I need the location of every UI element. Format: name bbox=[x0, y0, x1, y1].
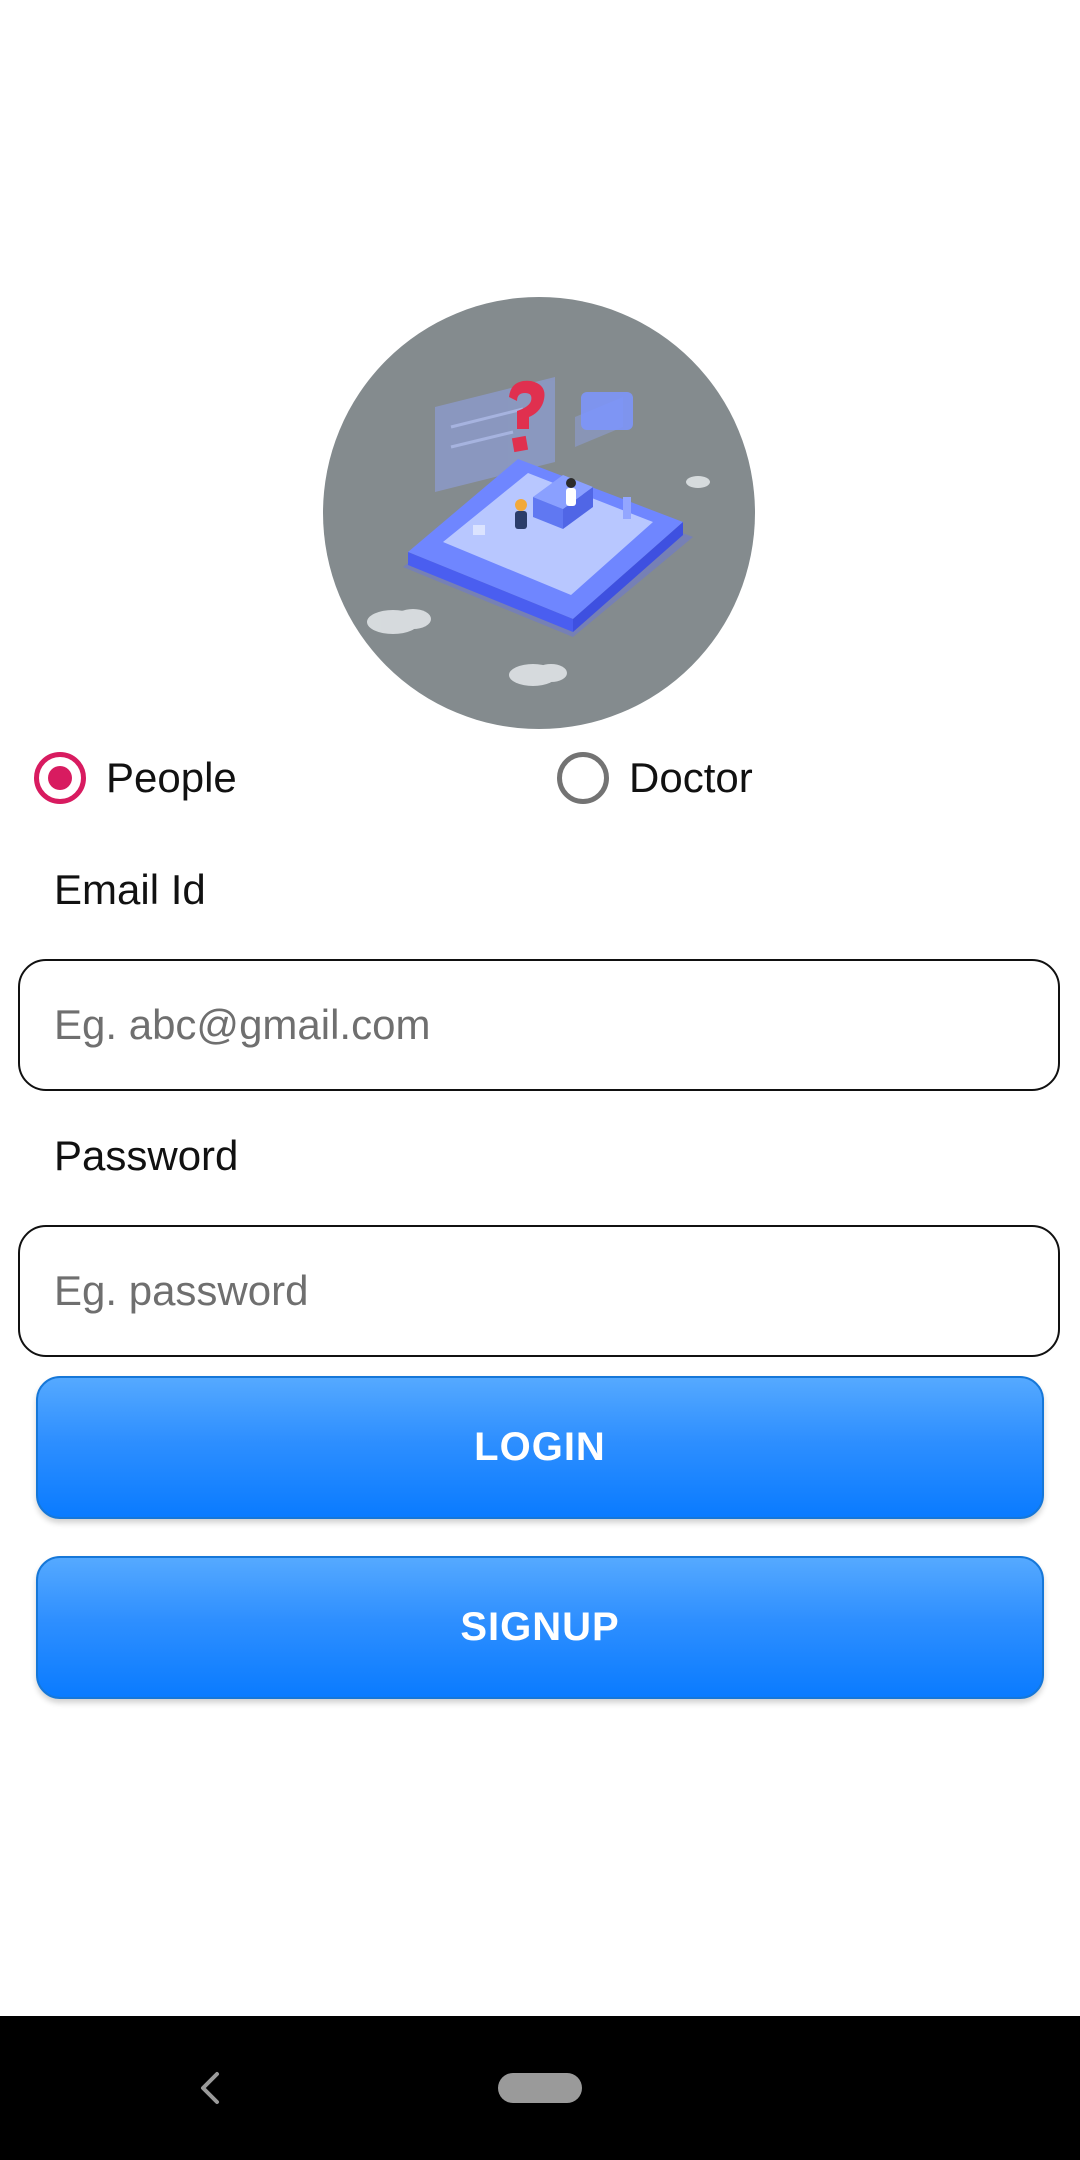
home-pill-icon[interactable] bbox=[498, 2073, 582, 2103]
radio-doctor-label: Doctor bbox=[629, 754, 753, 801]
back-chevron-icon[interactable] bbox=[180, 2058, 240, 2118]
login-screen: People Doctor Email Id Password LOGIN SI… bbox=[0, 0, 1080, 2016]
email-field[interactable] bbox=[18, 959, 1060, 1091]
radio-people[interactable]: People bbox=[34, 746, 237, 810]
password-label: Password bbox=[54, 1132, 239, 1179]
signup-button[interactable]: SIGNUP bbox=[36, 1556, 1044, 1699]
system-navigation-bar bbox=[0, 2016, 1080, 2160]
radio-unselected-icon[interactable] bbox=[557, 752, 609, 804]
login-button[interactable]: LOGIN bbox=[36, 1376, 1044, 1519]
email-label: Email Id bbox=[54, 866, 206, 913]
hero-illustration bbox=[323, 297, 755, 729]
radio-doctor[interactable]: Doctor bbox=[557, 746, 753, 810]
password-field[interactable] bbox=[18, 1225, 1060, 1357]
isometric-phone-support-illustration-icon bbox=[367, 377, 710, 686]
radio-people-label: People bbox=[106, 754, 237, 801]
radio-selected-icon[interactable] bbox=[34, 752, 86, 804]
